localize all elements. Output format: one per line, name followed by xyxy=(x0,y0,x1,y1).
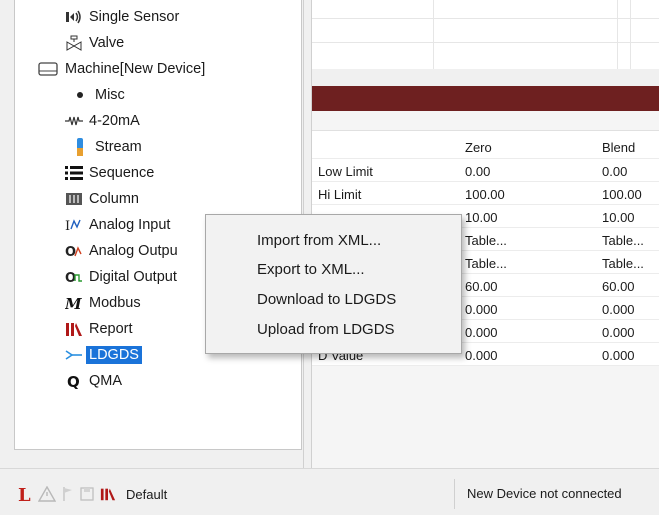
tree-item-label: QMA xyxy=(89,373,123,389)
table-cell[interactable]: 100.00 xyxy=(602,187,659,202)
header-cell: Zero xyxy=(465,140,492,155)
digital-output-icon: O xyxy=(65,268,83,286)
machine-icon xyxy=(37,60,59,78)
status-bar: L Default New Device not connected xyxy=(0,468,659,515)
table-cell[interactable]: 0.000 xyxy=(602,348,659,363)
table-cell[interactable]: 10.00 xyxy=(602,210,659,225)
tree-item-column[interactable]: Column xyxy=(65,186,139,212)
report-icon[interactable] xyxy=(100,485,116,503)
tree-item-label: Digital Output xyxy=(89,269,177,285)
tree-item-label: Column xyxy=(89,191,139,207)
table-row[interactable]: Hi Limit 100.00 100.00 xyxy=(312,182,659,205)
table-cell[interactable]: 60.00 xyxy=(465,279,595,294)
tree-item-4-20ma[interactable]: 4-20mA xyxy=(65,108,140,134)
save-icon[interactable] xyxy=(80,485,94,503)
table-cell[interactable]: 0.000 xyxy=(465,302,595,317)
table-cell[interactable]: Table... xyxy=(465,256,595,271)
table-cell[interactable]: Table... xyxy=(602,256,659,271)
tree-item-label: 4-20mA xyxy=(89,113,140,129)
menu-item-import-xml[interactable]: Import from XML... xyxy=(206,227,461,253)
tree-item-qma[interactable]: Q QMA xyxy=(65,368,122,394)
tree-item-machine[interactable]: Machine[New Device] xyxy=(37,56,205,82)
table-cell[interactable]: Table... xyxy=(465,233,595,248)
logo-icon: L xyxy=(18,485,32,503)
report-icon xyxy=(65,320,83,338)
resistor-icon xyxy=(65,112,83,130)
tree-item-label: Single Sensor xyxy=(89,9,180,25)
table-cell[interactable]: 10.00 xyxy=(465,210,595,225)
warning-icon[interactable] xyxy=(38,485,56,503)
analog-output-icon: O xyxy=(65,242,83,260)
table-cell[interactable]: 0.000 xyxy=(602,302,659,317)
tree-item-label: Analog Input xyxy=(89,217,171,233)
menu-item-download-ldgds[interactable]: Download to LDGDS xyxy=(206,286,461,312)
tree-item-label: Misc xyxy=(95,87,125,103)
modbus-icon: M xyxy=(65,294,83,312)
tree-item-analog-output[interactable]: O Analog Outpu xyxy=(65,238,178,264)
tree-item-label: Valve xyxy=(89,35,125,51)
svg-text:Q: Q xyxy=(67,373,80,389)
table-cell[interactable]: 60.00 xyxy=(602,279,659,294)
table-cell[interactable]: 100.00 xyxy=(465,187,595,202)
tree-item-valve[interactable]: Valve xyxy=(65,30,124,56)
menu-item-upload-ldgds[interactable]: Upload from LDGDS xyxy=(206,316,461,342)
table-cell[interactable]: 0.000 xyxy=(602,325,659,340)
tree-item-label: Machine[New Device] xyxy=(65,61,206,77)
tree-item-ldgds[interactable]: LDGDS xyxy=(65,342,353,368)
tree-item-label: Stream xyxy=(95,139,142,155)
tree-item-misc[interactable]: Misc xyxy=(71,82,125,108)
tree-item-label: Modbus xyxy=(89,295,141,311)
row-label: Low Limit xyxy=(318,164,373,179)
tree-item-analog-input[interactable]: I Analog Input xyxy=(65,212,170,238)
column-icon xyxy=(65,190,83,208)
table-cell[interactable]: 0.000 xyxy=(465,348,595,363)
profile-label: Default xyxy=(126,486,168,502)
status-toolbar: L Default xyxy=(0,479,455,509)
grid-separator xyxy=(312,69,659,86)
bullet-icon xyxy=(71,86,89,104)
row-label: Hi Limit xyxy=(318,187,362,202)
tree-item-sequence[interactable]: Sequence xyxy=(65,160,154,186)
context-menu: Import from XML... Export to XML... Down… xyxy=(205,214,462,354)
svg-text:L: L xyxy=(18,485,31,503)
tree-item-label: Analog Outpu xyxy=(89,243,178,259)
header-cell: Blend xyxy=(602,140,636,155)
valve-icon xyxy=(65,34,83,52)
table-cell[interactable]: 0.00 xyxy=(602,164,659,179)
connection-status: New Device not connected xyxy=(467,486,622,501)
tree-item-label: Report xyxy=(89,321,133,337)
menu-item-export-xml[interactable]: Export to XML... xyxy=(206,256,461,282)
tree-item-single-sensor[interactable]: Single Sensor xyxy=(65,4,179,30)
tree-item-stream[interactable]: Stream xyxy=(71,134,142,160)
stream-icon xyxy=(71,138,89,156)
table-row[interactable]: Low Limit 0.00 0.00 xyxy=(312,159,659,182)
flag-icon[interactable] xyxy=(62,485,74,503)
table-cell[interactable]: 0.000 xyxy=(465,325,595,340)
svg-text:O: O xyxy=(65,245,76,259)
tree-item-label: Sequence xyxy=(89,165,155,181)
sequence-icon xyxy=(65,164,83,182)
analog-input-icon: I xyxy=(65,216,83,234)
tree-item-modbus[interactable]: M Modbus xyxy=(65,290,141,316)
tree-item-report[interactable]: Report xyxy=(65,316,133,342)
tree-item-digital-output[interactable]: O Digital Output xyxy=(65,264,177,290)
table-header-row: Zero Blend xyxy=(312,131,659,159)
table-cell[interactable]: Table... xyxy=(602,233,659,248)
svg-text:M: M xyxy=(65,295,82,311)
single-sensor-icon xyxy=(65,8,83,26)
ldgds-icon xyxy=(65,346,83,364)
table-cell[interactable]: 0.00 xyxy=(465,164,595,179)
qma-icon: Q xyxy=(65,372,83,390)
section-header-bar xyxy=(312,86,659,111)
tree-item-label: LDGDS xyxy=(86,346,142,364)
svg-text:I: I xyxy=(65,219,70,233)
